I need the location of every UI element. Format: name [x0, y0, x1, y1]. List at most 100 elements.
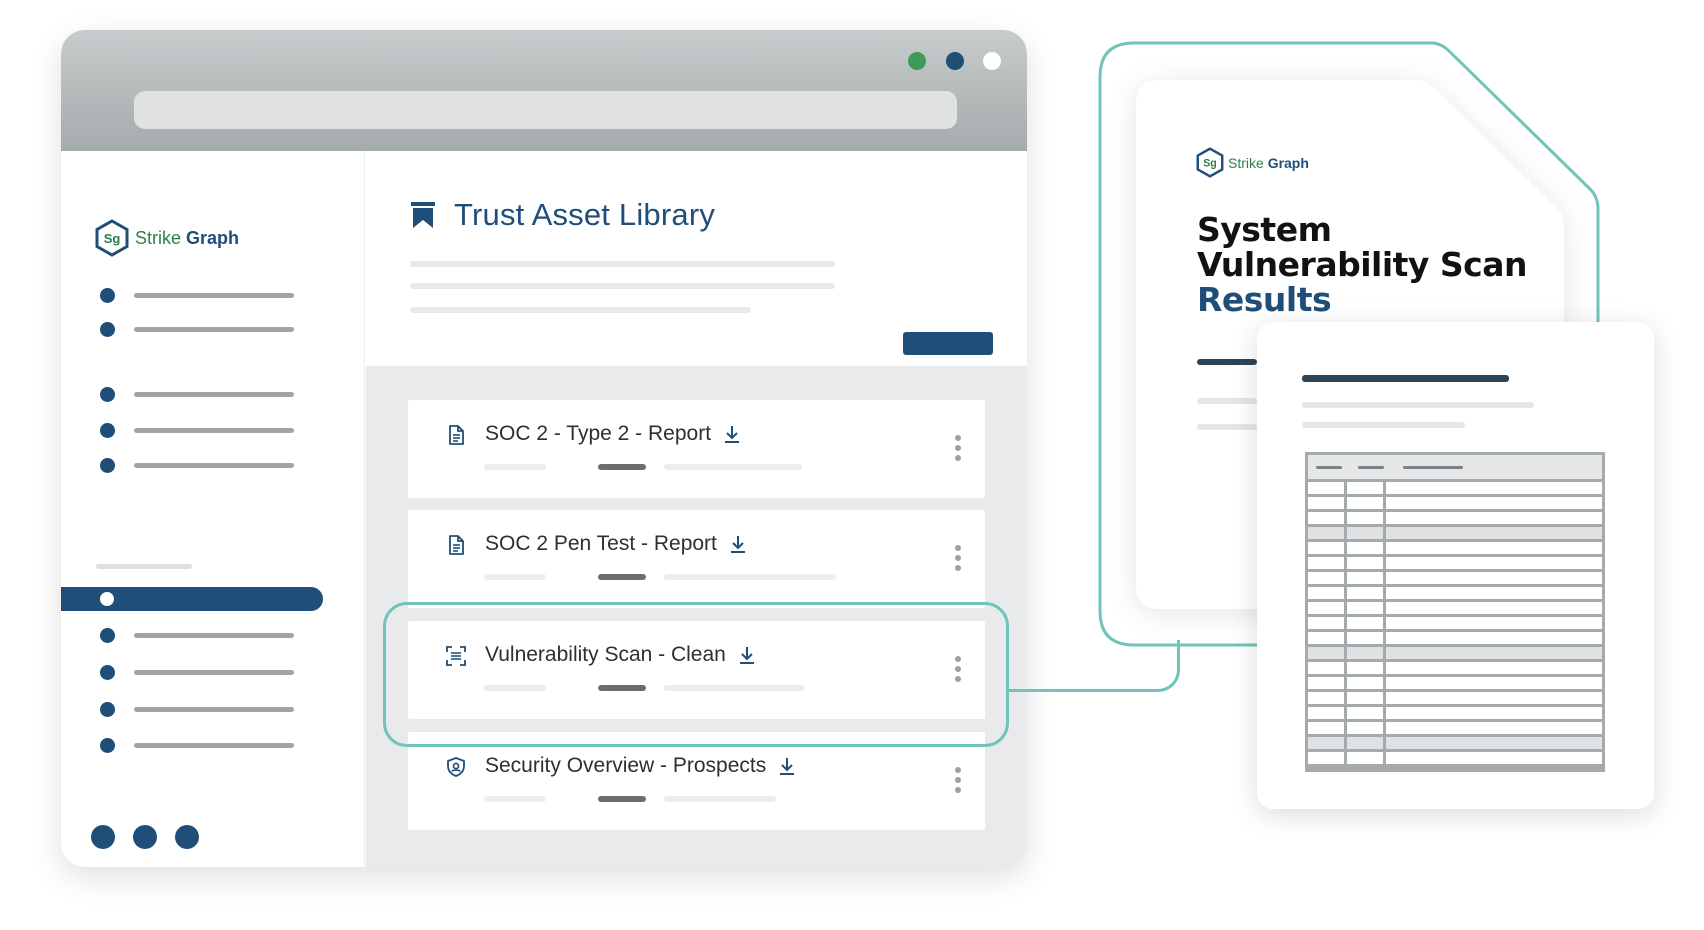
data-table-cell [1308, 527, 1344, 539]
sidebar-item-3[interactable] [61, 381, 365, 407]
asset-card-title: SOC 2 Pen Test - Report [485, 532, 747, 556]
footer-dot-2[interactable] [133, 825, 157, 849]
data-table-cell [1386, 647, 1602, 659]
library-title-row: Trust Asset Library [410, 197, 715, 233]
data-table-cell [1347, 617, 1383, 629]
library-header: Trust Asset Library [366, 151, 1027, 366]
sidebar-item-5[interactable] [61, 452, 365, 478]
data-table-row [1308, 632, 1602, 644]
asset-card-title: SOC 2 - Type 2 - Report [485, 422, 741, 446]
asset-card-title-text: SOC 2 - Type 2 - Report [485, 422, 712, 445]
data-table-row [1308, 602, 1602, 614]
data-table-row [1308, 737, 1602, 749]
sidebar-item-2[interactable] [61, 316, 365, 342]
asset-card-soc2-type2[interactable]: SOC 2 - Type 2 - Report [408, 400, 985, 498]
kebab-menu-icon[interactable] [955, 767, 963, 797]
nav-placeholder-line [134, 327, 294, 332]
data-table-cell [1347, 737, 1383, 749]
data-table-cell [1308, 692, 1344, 704]
nav-bullet [100, 665, 115, 680]
data-table-cell [1347, 632, 1383, 644]
footer-dot-1[interactable] [91, 825, 115, 849]
meta-placeholder-bar [598, 464, 646, 470]
asset-card-title-text: SOC 2 Pen Test - Report [485, 532, 717, 555]
data-table-cell [1386, 737, 1602, 749]
data-table-cell [1347, 662, 1383, 674]
data-table-cell [1347, 707, 1383, 719]
sidebar-logo-text: Strike Graph [135, 227, 240, 248]
sidebar-item-10[interactable] [61, 732, 365, 758]
data-table-cell [1386, 752, 1602, 764]
sidebar-logo[interactable]: Sg Strike Graph [94, 219, 239, 257]
highlight-connector-line [1006, 640, 1180, 692]
data-table-cell [1308, 737, 1344, 749]
report-title: System Vulnerability Scan Results [1197, 212, 1577, 317]
page-title: Trust Asset Library [454, 197, 716, 232]
data-table-header [1308, 455, 1602, 479]
data-table [1305, 452, 1605, 772]
window-control-white[interactable] [983, 52, 1001, 70]
meta-placeholder-bar [484, 796, 546, 802]
download-icon[interactable] [729, 534, 747, 554]
nav-placeholder-line [134, 392, 294, 397]
nav-bullet [100, 387, 115, 402]
sidebar-item-8[interactable] [61, 659, 365, 685]
data-table-cell [1386, 512, 1602, 524]
sheet-placeholder-line [1302, 402, 1534, 408]
data-table-row [1308, 527, 1602, 539]
meta-placeholder-bar [484, 464, 546, 470]
selected-asset-highlight [383, 602, 1009, 747]
sidebar-item-active[interactable] [61, 587, 323, 611]
header-cell-placeholder [1358, 466, 1384, 469]
nav-bullet [100, 702, 115, 717]
kebab-menu-icon[interactable] [955, 545, 963, 575]
data-table-cell [1308, 707, 1344, 719]
sidebar-item-7[interactable] [61, 622, 365, 648]
data-table-cell [1308, 752, 1344, 764]
meta-placeholder-bar [664, 464, 802, 470]
nav-placeholder-line [134, 743, 294, 748]
report-title-line-2: Vulnerability Scan [1197, 245, 1528, 284]
report-placeholder-bar [1197, 359, 1257, 365]
data-table-cell [1386, 707, 1602, 719]
download-icon[interactable] [778, 756, 796, 776]
data-table-cell [1386, 572, 1602, 584]
data-table-cell [1308, 482, 1344, 494]
data-table-cell [1386, 542, 1602, 554]
nav-bullet [100, 423, 115, 438]
data-table-cell [1308, 662, 1344, 674]
report-title-line-3: Results [1197, 280, 1332, 319]
meta-placeholder-bar [664, 796, 776, 802]
data-table-row [1308, 542, 1602, 554]
report-data-sheet [1257, 322, 1654, 809]
nav-placeholder-line [134, 463, 294, 468]
window-control-blue[interactable] [946, 52, 964, 70]
browser-title-bar [61, 30, 1027, 151]
header-action-button[interactable] [903, 332, 993, 355]
data-table-cell [1347, 647, 1383, 659]
sidebar-footer-dots [91, 825, 199, 849]
data-table-row [1308, 707, 1602, 719]
svg-text:Sg: Sg [104, 231, 121, 246]
description-placeholder-line [410, 261, 835, 267]
sidebar-item-1[interactable] [61, 282, 365, 308]
download-icon[interactable] [723, 424, 741, 444]
address-bar[interactable] [134, 91, 957, 129]
sidebar-item-9[interactable] [61, 696, 365, 722]
data-table-cell [1386, 662, 1602, 674]
data-table-cell [1386, 527, 1602, 539]
data-table-row [1308, 752, 1602, 764]
nav-placeholder-line [134, 428, 294, 433]
report-title-line-1: System [1197, 210, 1332, 249]
footer-dot-3[interactable] [175, 825, 199, 849]
asset-card-soc2-pentest[interactable]: SOC 2 Pen Test - Report [408, 510, 985, 608]
data-table-cell [1308, 497, 1344, 509]
window-control-green[interactable] [908, 52, 926, 70]
data-table-row [1308, 512, 1602, 524]
data-table-cell [1308, 647, 1344, 659]
data-table-cell [1347, 722, 1383, 734]
data-table-row [1308, 572, 1602, 584]
data-table-cell [1308, 722, 1344, 734]
kebab-menu-icon[interactable] [955, 435, 963, 465]
sidebar-item-4[interactable] [61, 417, 365, 443]
